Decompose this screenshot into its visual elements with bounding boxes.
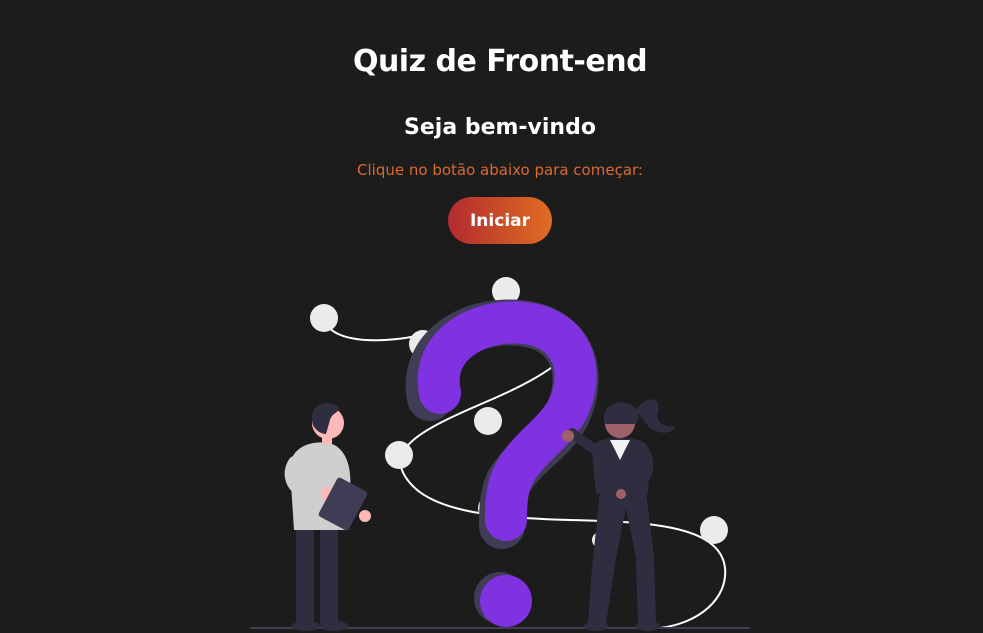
question-people-illustration (250, 277, 750, 631)
question-dot (480, 575, 532, 627)
question-mark (417, 301, 597, 541)
dot (700, 516, 728, 544)
dot (385, 441, 413, 469)
page-title: Quiz de Front-end (352, 44, 648, 79)
woman-figure (562, 399, 676, 631)
dot (474, 407, 502, 435)
start-button[interactable]: Iniciar (448, 197, 552, 244)
instruction-text: Clique no botão abaixo para começar: (357, 161, 643, 179)
welcome-heading: Seja bem-vindo (404, 115, 596, 140)
dot (310, 304, 338, 332)
quiz-start-screen: Quiz de Front-end Seja bem-vindo Clique … (0, 0, 983, 633)
man-figure (284, 403, 371, 631)
